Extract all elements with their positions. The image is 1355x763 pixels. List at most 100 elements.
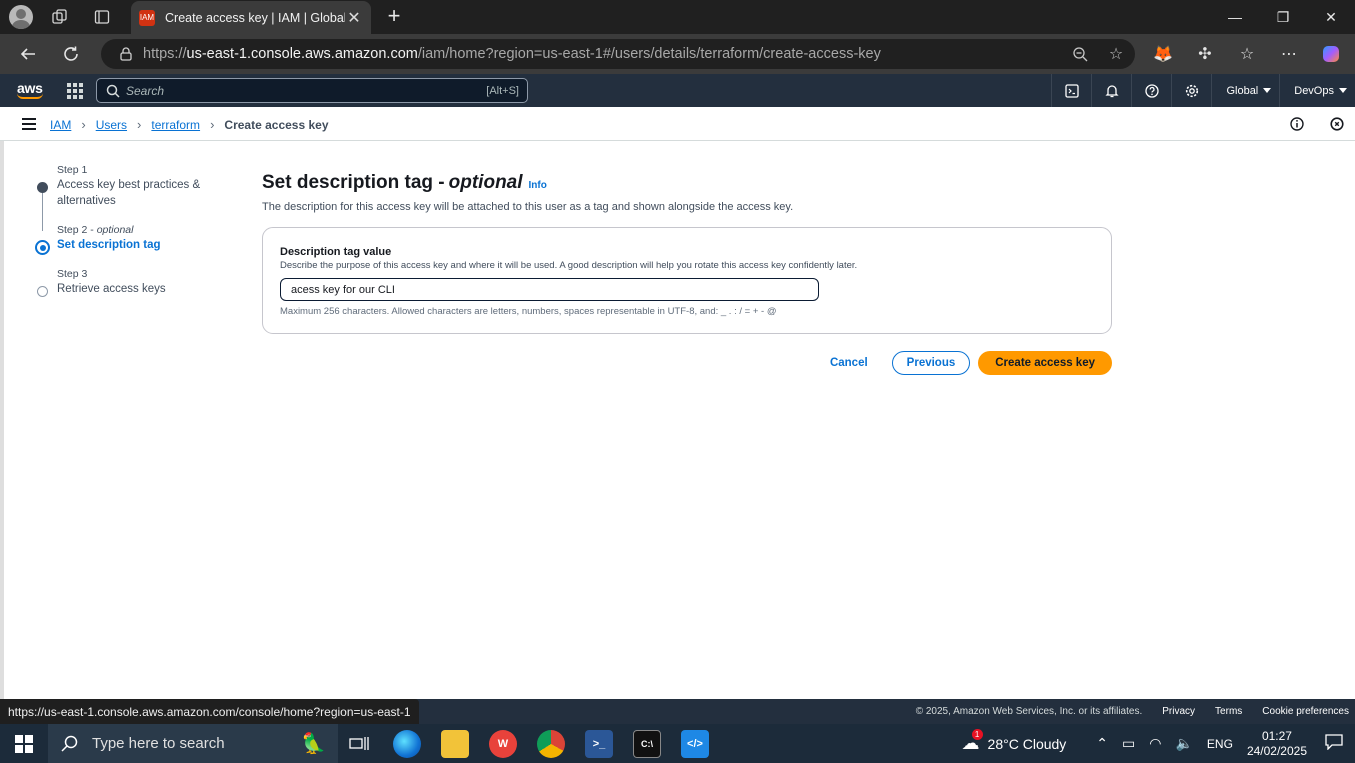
chrome-icon[interactable] — [537, 730, 565, 758]
cloudshell-icon[interactable] — [1051, 74, 1091, 107]
taskbar-search[interactable]: Type here to search 🦜 — [48, 724, 338, 763]
info-link[interactable]: Info — [529, 180, 547, 191]
metamask-extension-icon[interactable]: 🦊 — [1150, 41, 1176, 67]
terminal-icon[interactable]: C:\ — [633, 730, 661, 758]
settings-gear-icon[interactable] — [1171, 74, 1211, 107]
tab-actions-icon[interactable] — [89, 4, 115, 30]
cookie-preferences-link[interactable]: Cookie preferences — [1262, 706, 1349, 717]
edge-browser-icon[interactable] — [393, 730, 421, 758]
page-title: Set description tag - optional Info — [262, 172, 547, 193]
tab-title: Create access key | IAM | Global — [165, 10, 345, 25]
step-1[interactable]: Step 1 Access key best practices & alter… — [35, 163, 235, 209]
wps-office-icon[interactable]: W — [489, 730, 517, 758]
system-tray: ☁ 1 28°C Cloudy ⌃ ▭ ◠ 🔈 ENG 01:27 24/02/2… — [962, 724, 1355, 763]
step-3-indicator — [37, 286, 48, 297]
copyright-text: © 2025, Amazon Web Services, Inc. or its… — [915, 706, 1143, 717]
wizard-steps: Step 1 Access key best practices & alter… — [35, 163, 235, 307]
create-access-key-button[interactable]: Create access key — [978, 351, 1112, 375]
console-footer: https://us-east-1.console.aws.amazon.com… — [0, 699, 1355, 724]
lock-icon[interactable] — [109, 47, 143, 61]
new-tab-icon[interactable]: + — [382, 4, 406, 30]
wifi-icon[interactable]: ◠ — [1149, 735, 1161, 752]
breadcrumb: IAM › Users › terraform › Create access … — [50, 117, 329, 132]
favorites-icon[interactable]: ☆ — [1234, 41, 1260, 67]
extensions-icon[interactable]: ✣ — [1192, 41, 1218, 67]
cancel-button[interactable]: Cancel — [830, 357, 868, 369]
chevron-right-icon: › — [81, 117, 86, 132]
vscode-icon[interactable]: </> — [681, 730, 709, 758]
step-2[interactable]: Step 2 - optional Set description tag — [35, 223, 235, 255]
show-hidden-icons[interactable]: ⌃ — [1096, 735, 1108, 752]
browser-toolbar: 🦊 ✣ ☆ ⋯ — [1150, 41, 1344, 67]
field-label: Description tag value — [280, 246, 392, 258]
menu-icon[interactable] — [22, 118, 36, 130]
battery-icon[interactable]: ▭ — [1122, 735, 1135, 752]
clock[interactable]: 01:27 24/02/2025 — [1247, 729, 1307, 759]
feedback-icon[interactable] — [1329, 116, 1345, 132]
left-edge — [0, 141, 4, 699]
close-tab-icon[interactable]: ✕ — [345, 8, 363, 28]
minimize-icon[interactable]: — — [1211, 0, 1259, 34]
favorite-star-icon[interactable]: ☆ — [1105, 43, 1127, 65]
region-selector[interactable]: Global — [1211, 74, 1279, 107]
main-content: Set description tag - optional Info The de… — [262, 172, 1112, 375]
breadcrumb-current: Create access key — [224, 117, 329, 132]
info-panel-icon[interactable] — [1289, 116, 1305, 132]
step-3: Step 3 Retrieve access keys — [35, 267, 235, 297]
cloud-icon: ☁ 1 — [962, 729, 983, 754]
aws-smile-logo — [17, 93, 43, 99]
taskbar-search-placeholder: Type here to search — [92, 735, 225, 752]
step-2-indicator — [35, 240, 50, 255]
step-2-title: Set description tag — [57, 239, 161, 251]
aws-search-box[interactable]: [Alt+S] — [96, 78, 528, 103]
field-description: Describe the purpose of this access key … — [280, 260, 858, 271]
back-icon[interactable] — [15, 41, 41, 67]
notifications-bell-icon[interactable] — [1091, 74, 1131, 107]
terms-link[interactable]: Terms — [1215, 706, 1242, 717]
breadcrumb-terraform[interactable]: terraform — [151, 118, 200, 132]
weather-badge: 1 — [971, 729, 983, 740]
powershell-icon[interactable]: >_ — [585, 730, 613, 758]
workspaces-icon[interactable] — [47, 4, 73, 30]
url-field[interactable]: https://us-east-1.console.aws.amazon.com… — [101, 39, 1135, 69]
step-1-indicator — [37, 182, 48, 193]
previous-button[interactable]: Previous — [891, 351, 971, 375]
iam-favicon-icon: IAM — [139, 9, 155, 26]
language-indicator[interactable]: ENG — [1207, 737, 1233, 751]
breadcrumb-iam[interactable]: IAM — [50, 118, 71, 132]
privacy-link[interactable]: Privacy — [1162, 706, 1195, 717]
profile-avatar[interactable] — [9, 5, 33, 29]
address-bar-row: https://us-east-1.console.aws.amazon.com… — [0, 34, 1355, 74]
refresh-icon[interactable] — [58, 41, 84, 67]
page-title-optional: optional — [448, 172, 523, 193]
task-view-icon[interactable] — [345, 730, 373, 758]
weather-widget[interactable]: ☁ 1 28°C Cloudy — [962, 729, 1066, 754]
windows-start-icon[interactable] — [15, 735, 33, 753]
notification-center-icon[interactable] — [1325, 734, 1343, 753]
taskbar-apps: W >_ C:\ </> — [345, 730, 709, 758]
windows-taskbar: Type here to search 🦜 W >_ C:\ </> ☁ 1 28… — [0, 724, 1355, 763]
close-window-icon[interactable]: ✕ — [1307, 0, 1355, 34]
account-menu[interactable]: DevOps — [1279, 74, 1355, 107]
chevron-right-icon: › — [210, 117, 215, 132]
copilot-icon[interactable] — [1318, 41, 1344, 67]
restore-icon[interactable]: ❐ — [1259, 0, 1307, 34]
more-options-icon[interactable]: ⋯ — [1276, 41, 1302, 67]
page-description: The description for this access key will… — [262, 201, 794, 213]
zoom-out-icon[interactable] — [1069, 43, 1091, 65]
status-bar-url: https://us-east-1.console.aws.amazon.com… — [0, 699, 419, 724]
services-menu-icon[interactable] — [67, 83, 83, 99]
breadcrumb-users[interactable]: Users — [96, 118, 127, 132]
search-shortcut: [Alt+S] — [486, 84, 519, 97]
step-1-title: Access key best practices & alternatives — [57, 179, 201, 207]
aws-search-input[interactable] — [126, 83, 487, 98]
file-explorer-icon[interactable] — [441, 730, 469, 758]
active-browser-tab[interactable]: IAM Create access key | IAM | Global ✕ — [131, 1, 371, 34]
step-3-title: Retrieve access keys — [57, 283, 166, 295]
help-icon[interactable] — [1131, 74, 1171, 107]
chevron-down-icon — [1339, 88, 1347, 93]
form-actions: Cancel Previous Create access key — [830, 351, 1112, 375]
volume-icon[interactable]: 🔈 — [1175, 735, 1192, 752]
aws-console-header: aws [Alt+S] Global DevOps — [0, 74, 1355, 107]
description-tag-input[interactable] — [280, 278, 819, 301]
